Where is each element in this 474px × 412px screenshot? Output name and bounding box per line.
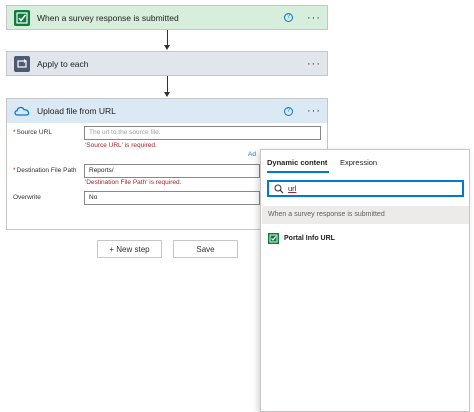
overwrite-select[interactable]: No [84, 191, 260, 205]
apply-to-each-card[interactable]: Apply to each ··· [6, 51, 328, 76]
source-url-input[interactable]: The url to the source file. [84, 126, 321, 140]
forms-check-icon [14, 9, 30, 26]
save-button[interactable]: Save [173, 240, 238, 258]
dynamic-content-item[interactable]: Portal Info URL [268, 231, 335, 245]
search-value: url [288, 184, 297, 193]
trigger-step-title: When a survey response is submitted [37, 12, 179, 23]
more-options-button[interactable]: ··· [307, 58, 321, 69]
upload-file-card-header[interactable]: Upload file from URL ? ··· [6, 98, 328, 123]
dynamic-content-item-label: Portal Info URL [284, 234, 335, 242]
connector-line [167, 30, 168, 46]
connector-arrow-icon [164, 45, 170, 50]
loop-icon [14, 55, 30, 72]
connector-arrow-icon [164, 92, 170, 97]
destination-path-label: *Destination File Path [13, 167, 77, 174]
apply-to-each-title: Apply to each [37, 58, 89, 69]
source-url-error: 'Source URL' is required. [85, 142, 157, 149]
help-icon[interactable]: ? [284, 13, 293, 22]
destination-path-input[interactable]: Reports/ [84, 164, 260, 178]
add-dynamic-content-link[interactable]: Ad [248, 151, 256, 158]
forms-check-icon [268, 232, 279, 244]
connector-line [167, 76, 168, 93]
active-tab-indicator [267, 171, 329, 173]
dynamic-content-search-input[interactable]: url [267, 180, 464, 197]
search-icon [274, 184, 284, 193]
onedrive-cloud-icon [14, 103, 30, 119]
tab-dynamic-content[interactable]: Dynamic content [267, 158, 327, 167]
more-options-button[interactable]: ··· [307, 12, 321, 23]
trigger-step-card[interactable]: When a survey response is submitted ? ··… [6, 5, 328, 30]
help-icon[interactable]: ? [284, 106, 293, 116]
dynamic-content-group-header: When a survey response is submitted [262, 206, 469, 224]
source-url-label: *Source URL [13, 129, 52, 136]
upload-file-title: Upload file from URL [37, 106, 116, 116]
new-step-button[interactable]: + New step [97, 240, 162, 258]
more-options-button[interactable]: ··· [307, 106, 321, 117]
dynamic-content-panel: Dynamic content Expression url When a su… [260, 149, 470, 412]
tab-expression[interactable]: Expression [340, 158, 377, 167]
overwrite-label: Overwrite [13, 194, 41, 201]
destination-path-error: 'Destination File Path' is required. [85, 179, 182, 186]
